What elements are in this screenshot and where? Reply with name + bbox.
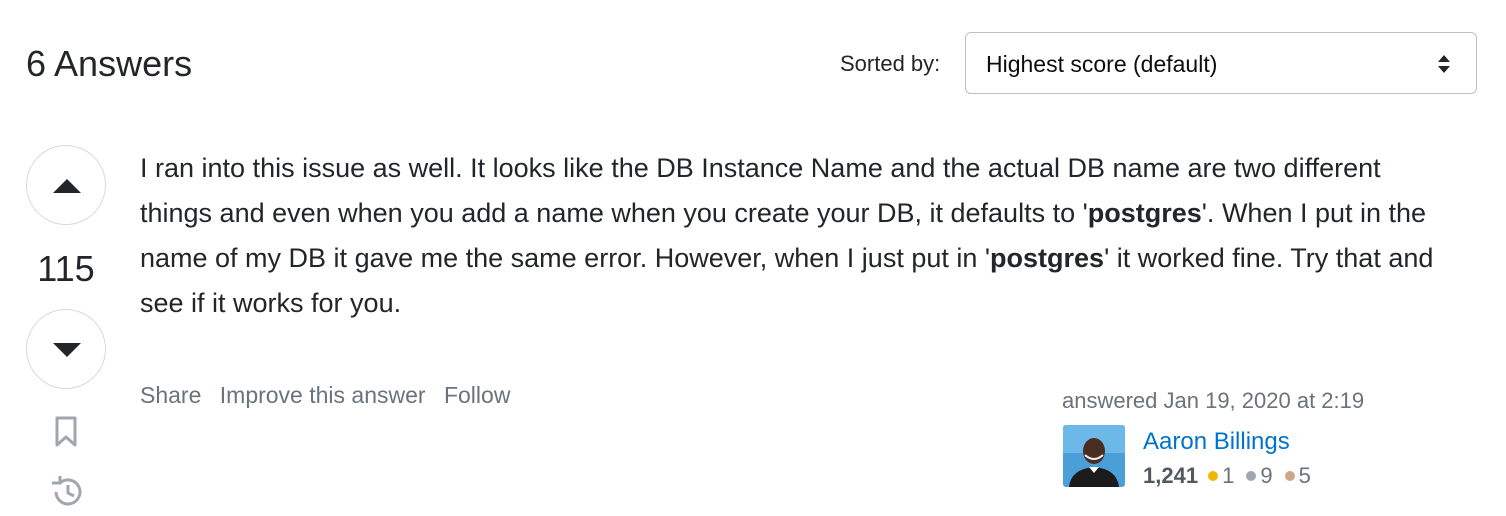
sort-select-value: Highest score (default) [986, 51, 1218, 77]
bookmark-button[interactable] [54, 416, 78, 453]
post-menu: Share Improve this answer Follow [140, 380, 522, 410]
gold-badge-count: 1 [1222, 463, 1235, 488]
bronze-badge-icon [1284, 471, 1295, 482]
answer-body: I ran into this issue as well. It looks … [140, 146, 1460, 326]
sort-arrows-icon [1436, 53, 1452, 75]
improve-answer-link[interactable]: Improve this answer [220, 382, 426, 408]
history-button[interactable] [49, 474, 85, 515]
sort-label: Sorted by: [840, 51, 941, 76]
answered-timestamp: answered Jan 19, 2020 at 2:19 [1062, 388, 1365, 413]
arrow-down-icon [53, 343, 81, 357]
upvote-button[interactable] [26, 145, 106, 225]
answers-count-title: 6 Answers [26, 43, 193, 84]
answers-section: 6 Answers Sorted by: Highest score (defa… [0, 0, 1506, 516]
answer-bold-text: postgres [990, 243, 1105, 273]
silver-badge-icon [1246, 471, 1257, 482]
reputation-score: 1,241 [1143, 463, 1199, 488]
avatar[interactable] [1063, 425, 1125, 487]
user-stats: 1,241 1 9 5 [1143, 462, 1321, 490]
bronze-badge-count: 5 [1298, 463, 1311, 488]
gold-badge-icon [1208, 471, 1219, 482]
sort-select[interactable]: Highest score (default) [965, 32, 1477, 94]
silver-badge-count: 9 [1260, 463, 1273, 488]
vote-count: 115 [37, 248, 95, 289]
answer-paragraph: I ran into this issue as well. It looks … [140, 146, 1460, 326]
follow-link[interactable]: Follow [444, 382, 510, 408]
share-link[interactable]: Share [140, 382, 201, 408]
arrow-up-icon [53, 179, 81, 193]
history-icon [52, 476, 82, 506]
answer-bold-text: postgres [1087, 198, 1202, 228]
user-name-link[interactable]: Aaron Billings [1143, 427, 1290, 457]
downvote-button[interactable] [26, 309, 106, 389]
bookmark-icon [55, 416, 77, 447]
